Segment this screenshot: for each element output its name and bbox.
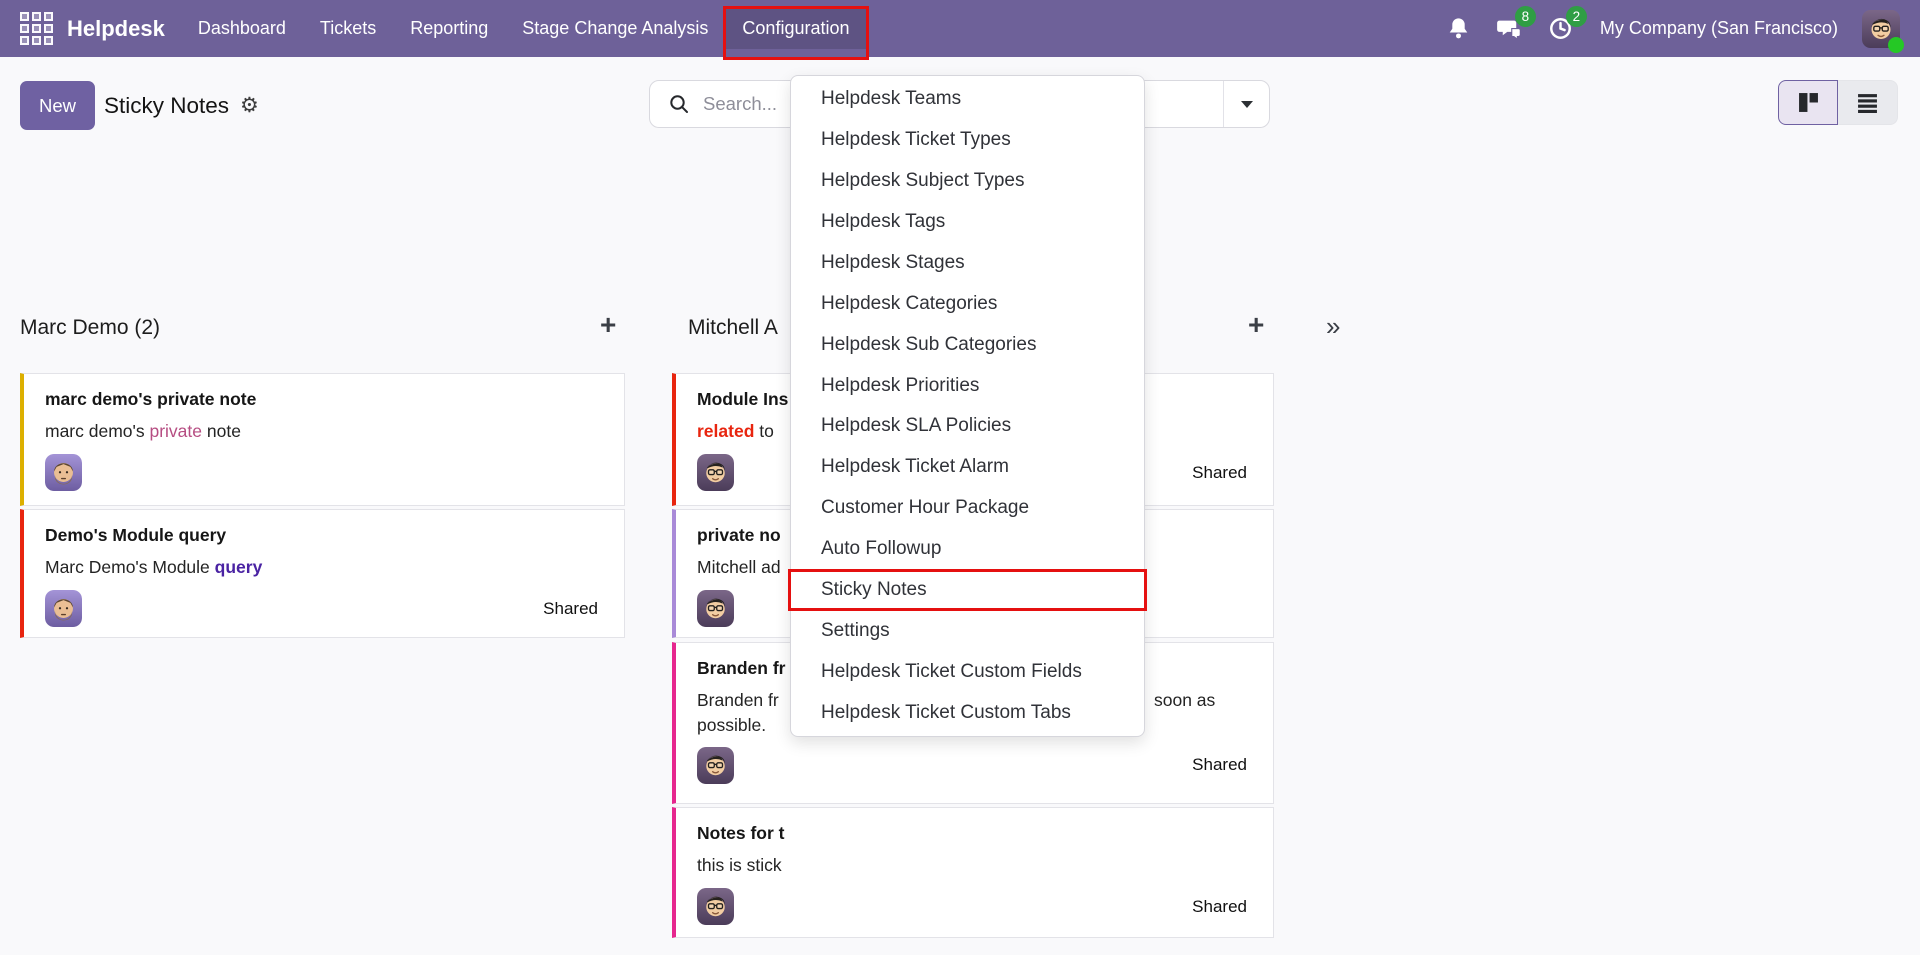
nav-item-stage-change-analysis[interactable]: Stage Change Analysis <box>506 8 724 49</box>
double-chevron-right-icon[interactable]: » <box>1326 313 1340 339</box>
list-view-icon <box>1857 92 1878 113</box>
menu-item-helpdesk-sla-policies[interactable]: Helpdesk SLA Policies <box>791 406 1144 447</box>
menu-item-helpdesk-priorities[interactable]: Helpdesk Priorities <box>791 365 1144 406</box>
nav-item-dashboard[interactable]: Dashboard <box>182 8 302 49</box>
menu-item-customer-hour-package[interactable]: Customer Hour Package <box>791 488 1144 529</box>
card-marc-private-note[interactable]: marc demo's private note marc demo's pri… <box>20 373 625 506</box>
search-options-toggle[interactable] <box>1223 81 1269 127</box>
messages-count-badge: 8 <box>1515 6 1536 27</box>
avatar-mitchell <box>697 454 734 491</box>
user-avatar[interactable] <box>1862 10 1900 48</box>
search-icon <box>668 93 690 115</box>
configuration-dropdown-menu: Helpdesk Teams Helpdesk Ticket Types Hel… <box>790 75 1145 737</box>
avatar-marc <box>45 590 82 627</box>
avatar-marc <box>45 454 82 491</box>
gear-icon[interactable]: ⚙ <box>240 95 259 116</box>
menu-item-settings[interactable]: Settings <box>791 610 1144 651</box>
avatar-mitchell <box>697 590 734 627</box>
list-view-button[interactable] <box>1838 80 1898 125</box>
messages-icon[interactable]: 8 <box>1496 15 1523 42</box>
card-title: marc demo's private note <box>45 389 598 410</box>
highlighted-word: private <box>149 421 202 441</box>
menu-item-helpdesk-ticket-custom-tabs[interactable]: Helpdesk Ticket Custom Tabs <box>791 692 1144 733</box>
view-switcher <box>1778 80 1898 125</box>
menu-item-helpdesk-teams[interactable]: Helpdesk Teams <box>791 79 1144 120</box>
highlighted-word: related <box>697 421 754 441</box>
caret-down-icon <box>1241 101 1253 108</box>
menu-item-helpdesk-categories[interactable]: Helpdesk Categories <box>791 283 1144 324</box>
add-card-marc-button[interactable]: + <box>600 311 616 339</box>
avatar-mitchell <box>697 747 734 784</box>
company-switcher[interactable]: My Company (San Francisco) <box>1600 18 1838 39</box>
body-fragment-right: soon as <box>1154 688 1215 713</box>
card-title: Demo's Module query <box>45 525 598 546</box>
menu-item-helpdesk-tags[interactable]: Helpdesk Tags <box>791 202 1144 243</box>
page-title: Sticky Notes <box>104 93 229 119</box>
menu-item-sticky-notes[interactable]: Sticky Notes <box>791 570 1144 611</box>
nav-item-configuration[interactable]: Configuration <box>726 8 865 49</box>
app-title: Helpdesk <box>67 16 165 42</box>
avatar-mitchell <box>697 888 734 925</box>
nav-item-tickets[interactable]: Tickets <box>304 8 392 49</box>
highlighted-word: query <box>215 557 263 577</box>
menu-item-helpdesk-sub-categories[interactable]: Helpdesk Sub Categories <box>791 324 1144 365</box>
card-body: this is stick <box>697 853 1247 878</box>
card-demos-module-query[interactable]: Demo's Module query Marc Demo's Module q… <box>20 509 625 638</box>
menu-item-helpdesk-ticket-types[interactable]: Helpdesk Ticket Types <box>791 120 1144 161</box>
menu-item-auto-followup[interactable]: Auto Followup <box>791 529 1144 570</box>
menu-item-helpdesk-ticket-alarm[interactable]: Helpdesk Ticket Alarm <box>791 447 1144 488</box>
activities-clock-icon[interactable]: 2 <box>1547 15 1574 42</box>
shared-label: Shared <box>1192 897 1247 917</box>
shared-label: Shared <box>1192 755 1247 775</box>
add-card-mitchell-button[interactable]: + <box>1248 311 1264 339</box>
kanban-view-button[interactable] <box>1778 80 1838 125</box>
menu-item-helpdesk-ticket-custom-fields[interactable]: Helpdesk Ticket Custom Fields <box>791 651 1144 692</box>
apps-grid-icon[interactable] <box>20 12 53 45</box>
shared-label: Shared <box>1192 463 1247 483</box>
menu-item-helpdesk-stages[interactable]: Helpdesk Stages <box>791 243 1144 284</box>
card-body: marc demo's private note <box>45 419 598 444</box>
card-title: Notes for t <box>697 823 1247 844</box>
new-button[interactable]: New <box>20 81 95 130</box>
activities-count-badge: 2 <box>1566 6 1587 27</box>
card-notes-for[interactable]: Notes for t this is stick Shared <box>672 807 1274 938</box>
kanban-view-icon <box>1798 92 1819 113</box>
nav-item-reporting[interactable]: Reporting <box>394 8 504 49</box>
menu-item-helpdesk-subject-types[interactable]: Helpdesk Subject Types <box>791 161 1144 202</box>
column-header-mitchell: Mitchell A <box>688 316 778 340</box>
column-header-marc-demo: Marc Demo (2) <box>20 316 160 340</box>
top-navbar: Helpdesk Dashboard Tickets Reporting Sta… <box>0 0 1920 57</box>
notifications-bell-icon[interactable] <box>1445 15 1472 42</box>
shared-label: Shared <box>543 599 598 619</box>
online-status-dot <box>1888 37 1904 53</box>
card-body: Marc Demo's Module query <box>45 555 598 580</box>
